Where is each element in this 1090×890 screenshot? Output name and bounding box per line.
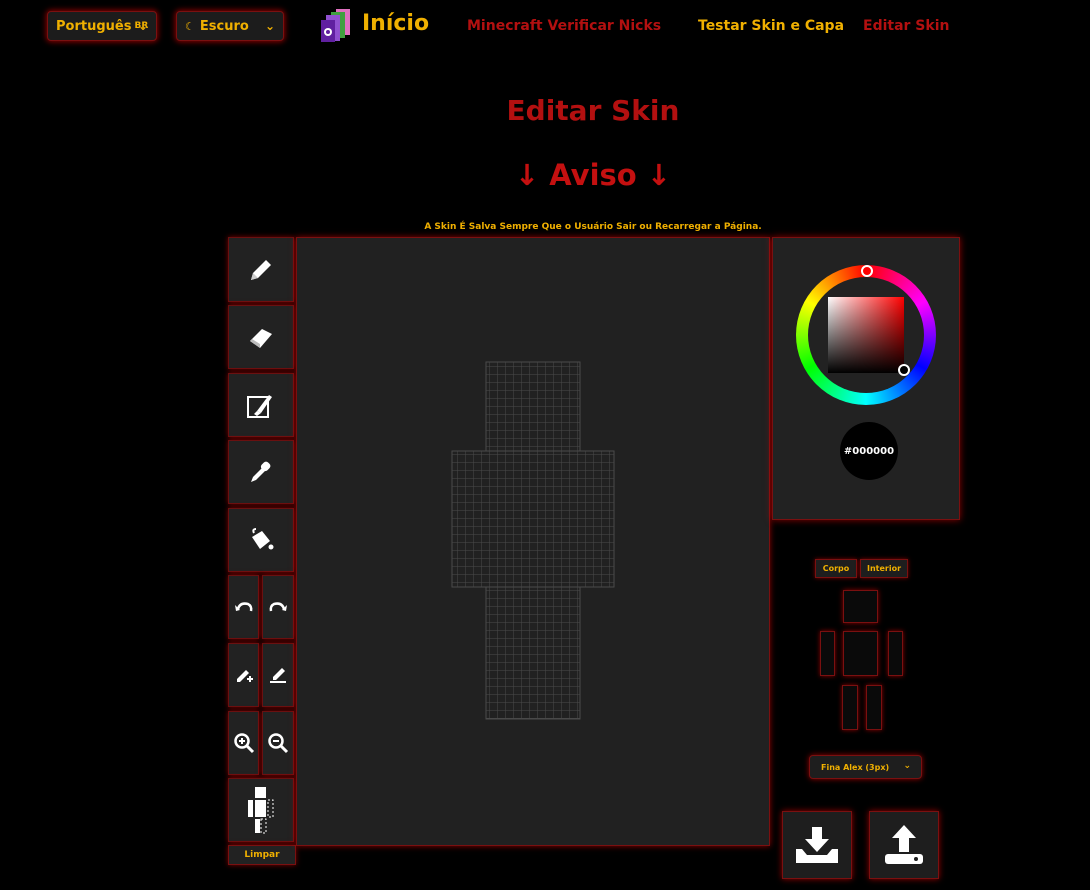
saturation-box[interactable] — [828, 297, 904, 373]
pen-add-button[interactable] — [228, 643, 259, 707]
home-link[interactable]: Início — [362, 11, 429, 36]
bucket-tool-button[interactable] — [228, 508, 294, 572]
download-icon — [796, 827, 838, 863]
download-button[interactable] — [782, 811, 852, 879]
nav-check-nicks[interactable]: Minecraft Verificar Nicks — [467, 18, 661, 34]
pen-remove-icon — [270, 668, 286, 683]
layer-toggle-button[interactable] — [228, 778, 294, 842]
pencil-tool-button[interactable] — [228, 237, 294, 302]
paint-bucket-icon — [252, 528, 274, 550]
nav-test-skin[interactable]: Testar Skin e Capa — [698, 18, 844, 34]
model-select[interactable]: Fina Alex (3px) ⌄ — [809, 755, 922, 779]
chevron-down-icon: ⌄ — [137, 19, 148, 33]
clear-button[interactable]: Limpar — [228, 845, 296, 865]
brush-icon — [247, 395, 272, 418]
zoom-out-icon — [268, 733, 289, 754]
hue-knob[interactable] — [861, 265, 873, 277]
skin-canvas[interactable] — [296, 237, 770, 846]
brush-tool-button[interactable] — [228, 373, 294, 437]
pencil-icon — [251, 259, 271, 280]
save-notice: A Skin É Salva Sempre Que o Usuário Sair… — [424, 222, 762, 232]
zoom-in-icon — [233, 733, 254, 754]
upload-icon — [885, 825, 923, 864]
tab-interior[interactable]: Interior — [860, 559, 908, 578]
redo-button[interactable] — [262, 575, 294, 639]
nav-edit-skin[interactable]: Editar Skin — [863, 18, 949, 34]
body-part-head[interactable] — [843, 590, 878, 623]
tab-body[interactable]: Corpo — [815, 559, 857, 578]
color-hex-value[interactable]: #000000 — [840, 422, 898, 480]
body-part-left-arm[interactable] — [820, 631, 835, 676]
eyedropper-icon — [251, 461, 271, 482]
body-part-right-arm[interactable] — [888, 631, 903, 676]
color-picker-panel: #000000 — [772, 237, 960, 520]
zoom-in-button[interactable] — [228, 711, 259, 775]
language-select[interactable]: Português BR ⌄ — [47, 11, 157, 41]
body-part-right-leg[interactable] — [866, 685, 882, 730]
body-layers-icon — [248, 787, 274, 834]
logo-icon[interactable] — [318, 8, 354, 44]
body-part-torso[interactable] — [843, 631, 878, 676]
body-part-left-leg[interactable] — [842, 685, 858, 730]
pen-add-icon — [236, 670, 253, 682]
redo-icon — [269, 602, 287, 612]
eraser-tool-button[interactable] — [228, 305, 294, 369]
upload-button[interactable] — [869, 811, 939, 879]
hue-wheel[interactable] — [796, 265, 936, 405]
chevron-down-icon: ⌄ — [903, 761, 911, 771]
language-label: Português — [56, 18, 132, 34]
skin-grid[interactable] — [297, 238, 769, 845]
undo-button[interactable] — [228, 575, 259, 639]
eyedropper-tool-button[interactable] — [228, 440, 294, 504]
undo-icon — [234, 602, 252, 612]
chevron-down-icon: ⌄ — [264, 19, 275, 33]
aviso-heading: ↓ Aviso ↓ — [514, 158, 672, 192]
moon-icon: ☾ — [185, 19, 195, 33]
theme-select[interactable]: ☾ Escuro ⌄ — [176, 11, 284, 41]
zoom-out-button[interactable] — [262, 711, 294, 775]
theme-label: Escuro — [199, 18, 249, 34]
saturation-knob[interactable] — [898, 364, 910, 376]
page-title: Editar Skin — [506, 94, 680, 127]
eraser-icon — [250, 329, 272, 348]
model-select-value: Fina Alex (3px) — [821, 762, 890, 772]
pen-remove-button[interactable] — [262, 643, 294, 707]
